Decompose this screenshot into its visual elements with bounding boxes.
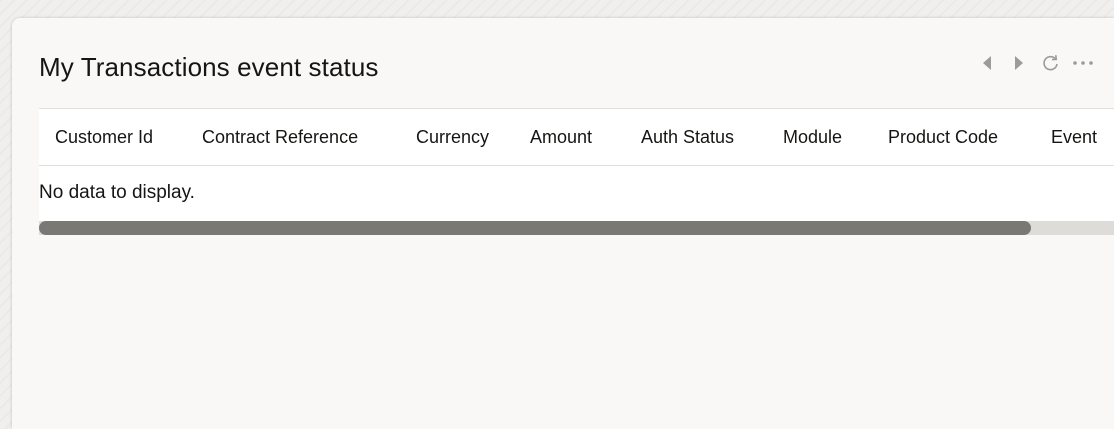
column-header-currency[interactable]: Currency [400,109,514,165]
page: My Transactions event status Customer Id… [0,0,1114,429]
refresh-icon [1043,55,1058,71]
column-header-customer-id[interactable]: Customer Id [39,109,186,165]
column-header-auth-status[interactable]: Auth Status [625,109,767,165]
header-actions [974,50,1096,76]
column-header-product-code[interactable]: Product Code [872,109,1035,165]
table-container: Customer Id Contract Reference Currency … [39,108,1114,238]
transactions-table: Customer Id Contract Reference Currency … [39,108,1114,222]
empty-message: No data to display. [39,182,195,203]
widget-header: My Transactions event status [12,18,1114,108]
more-button[interactable] [1070,50,1096,76]
table-header: Customer Id Contract Reference Currency … [39,109,1114,166]
caret-left-icon [983,56,991,70]
next-button[interactable] [1006,50,1032,76]
column-header-module[interactable]: Module [767,109,872,165]
more-horizontal-icon [1073,61,1093,65]
scrollbar-thumb[interactable] [39,221,1031,235]
horizontal-scrollbar[interactable] [39,221,1114,235]
widget-title: My Transactions event status [39,52,379,82]
caret-right-icon [1015,56,1023,70]
transactions-widget: My Transactions event status Customer Id… [12,18,1114,429]
refresh-button[interactable] [1038,50,1064,76]
column-header-amount[interactable]: Amount [514,109,625,165]
column-header-event[interactable]: Event [1035,109,1114,165]
previous-button[interactable] [974,50,1000,76]
column-header-contract-reference[interactable]: Contract Reference [186,109,400,165]
